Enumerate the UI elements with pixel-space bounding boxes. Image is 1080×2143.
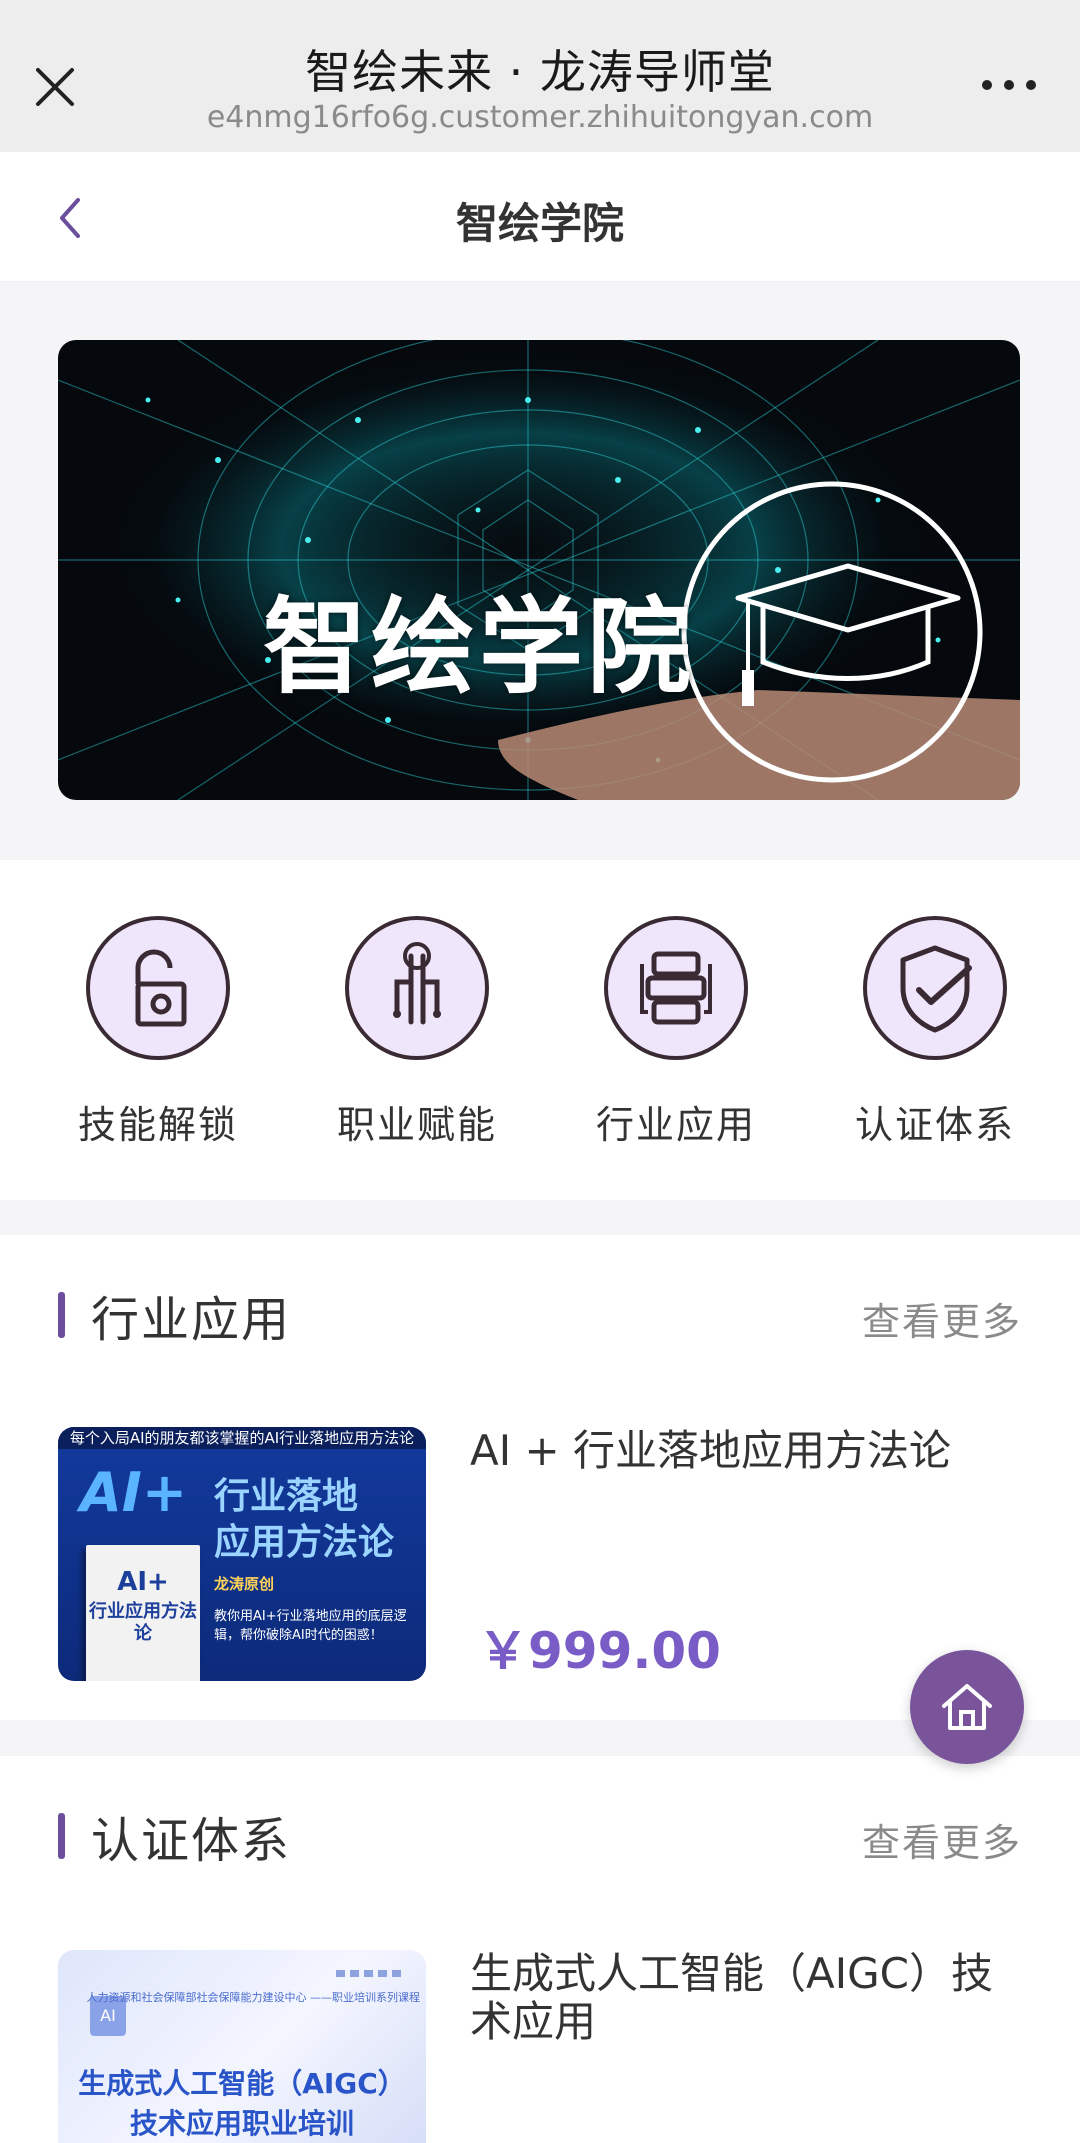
browser-bar: 智绘未来 · 龙涛导师堂 e4nmg16rfo6g.customer.zhihu… xyxy=(0,0,1080,152)
more-options-icon[interactable] xyxy=(982,80,1036,90)
browser-title: 智绘未来 · 龙涛导师堂 xyxy=(305,45,775,99)
finger-circuit-icon xyxy=(345,916,489,1060)
page-title: 智绘学院 xyxy=(455,199,624,248)
cover-line-2: 技术应用职业培训 xyxy=(129,2107,354,2140)
course-title: 生成式人工智能（AIGC）技术应用 xyxy=(470,1949,993,2046)
cover-big-text: AI+ xyxy=(80,1461,188,1524)
course-card[interactable]: 每个入局AI的朋友都该掌握的AI行业落地应用方法论 AI+ 行业落地 应用方法论… xyxy=(58,1427,1022,1683)
banner-area: 智绘学院 xyxy=(0,282,1080,860)
category-label: 职业赋能 xyxy=(336,1103,497,1147)
section-accent-bar xyxy=(58,1813,65,1859)
section-header: 认证体系 xyxy=(58,1808,291,1869)
cover-author: 龙涛原创 xyxy=(214,1575,275,1593)
cover-decoration xyxy=(336,1970,401,1977)
home-button[interactable] xyxy=(910,1650,1024,1764)
browser-url: e4nmg16rfo6g.customer.zhihuitongyan.com xyxy=(206,100,874,135)
category-skill-unlock[interactable]: 技能解锁 xyxy=(28,916,288,1149)
unlock-icon xyxy=(86,916,230,1060)
section-title: 行业应用 xyxy=(91,1292,292,1348)
section-industry-application: 行业应用 查看更多 每个入局AI的朋友都该掌握的AI行业落地应用方法论 AI+ … xyxy=(0,1235,1080,1720)
course-cover-image: AI 人力资源和社会保障部社会保障能力建设中心 ——职业培训系列课程 生成式人工… xyxy=(58,1950,426,2143)
cover-line-2: 应用方法论 xyxy=(214,1522,395,1563)
book-subtitle: 行业应用方法论 xyxy=(89,1601,197,1644)
view-more-link[interactable]: 查看更多 xyxy=(862,1812,1022,1867)
category-industry-app[interactable]: 行业应用 xyxy=(546,916,806,1149)
cover-top-line: 每个入局AI的朋友都该掌握的AI行业落地应用方法论 xyxy=(58,1427,426,1449)
section-title: 认证体系 xyxy=(91,1813,292,1869)
page-header: 智绘学院 xyxy=(0,152,1080,282)
cover-description: 教你用AI+行业落地应用的底层逻辑，帮你破除AI时代的困惑！ xyxy=(214,1609,407,1643)
category-career-empower[interactable]: 职业赋能 xyxy=(287,916,547,1149)
view-more-link[interactable]: 查看更多 xyxy=(862,1291,1022,1346)
course-title: AI + 行业落地应用方法论 xyxy=(470,1426,952,1475)
course-price: ￥999.00 xyxy=(478,1622,721,1680)
banner-title: 智绘学院 xyxy=(263,586,696,708)
category-label: 行业应用 xyxy=(595,1103,756,1147)
stack-icon xyxy=(604,916,748,1060)
cover-line-1: 生成式人工智能（AIGC） xyxy=(78,2067,406,2100)
cover-line-1: 行业落地 xyxy=(214,1476,359,1517)
course-cover-image: 每个入局AI的朋友都该掌握的AI行业落地应用方法论 AI+ 行业落地 应用方法论… xyxy=(58,1427,426,1681)
section-header: 行业应用 xyxy=(58,1287,291,1348)
book-title: AI+ xyxy=(117,1567,169,1597)
home-icon xyxy=(942,1684,992,1730)
section-certification: 认证体系 查看更多 AI 人力资源和社会保障部社会保障能力建设中心 ——职业培训… xyxy=(0,1756,1080,2143)
category-label: 技能解锁 xyxy=(77,1103,238,1147)
course-card[interactable]: AI 人力资源和社会保障部社会保障能力建设中心 ——职业培训系列课程 生成式人工… xyxy=(58,1950,1022,2143)
category-label: 认证体系 xyxy=(854,1103,1015,1147)
cover-organization: 人力资源和社会保障部社会保障能力建设中心 ——职业培训系列课程 xyxy=(86,1991,421,2004)
section-accent-bar xyxy=(58,1292,65,1338)
shield-check-icon xyxy=(863,916,1007,1060)
category-certification[interactable]: 认证体系 xyxy=(805,916,1065,1149)
category-grid: 技能解锁 职业赋能 行业应用 认证体系 xyxy=(0,860,1080,1200)
banner[interactable]: 智绘学院 xyxy=(58,340,1020,800)
book-image: AI+ 行业应用方法论 xyxy=(86,1545,200,1681)
